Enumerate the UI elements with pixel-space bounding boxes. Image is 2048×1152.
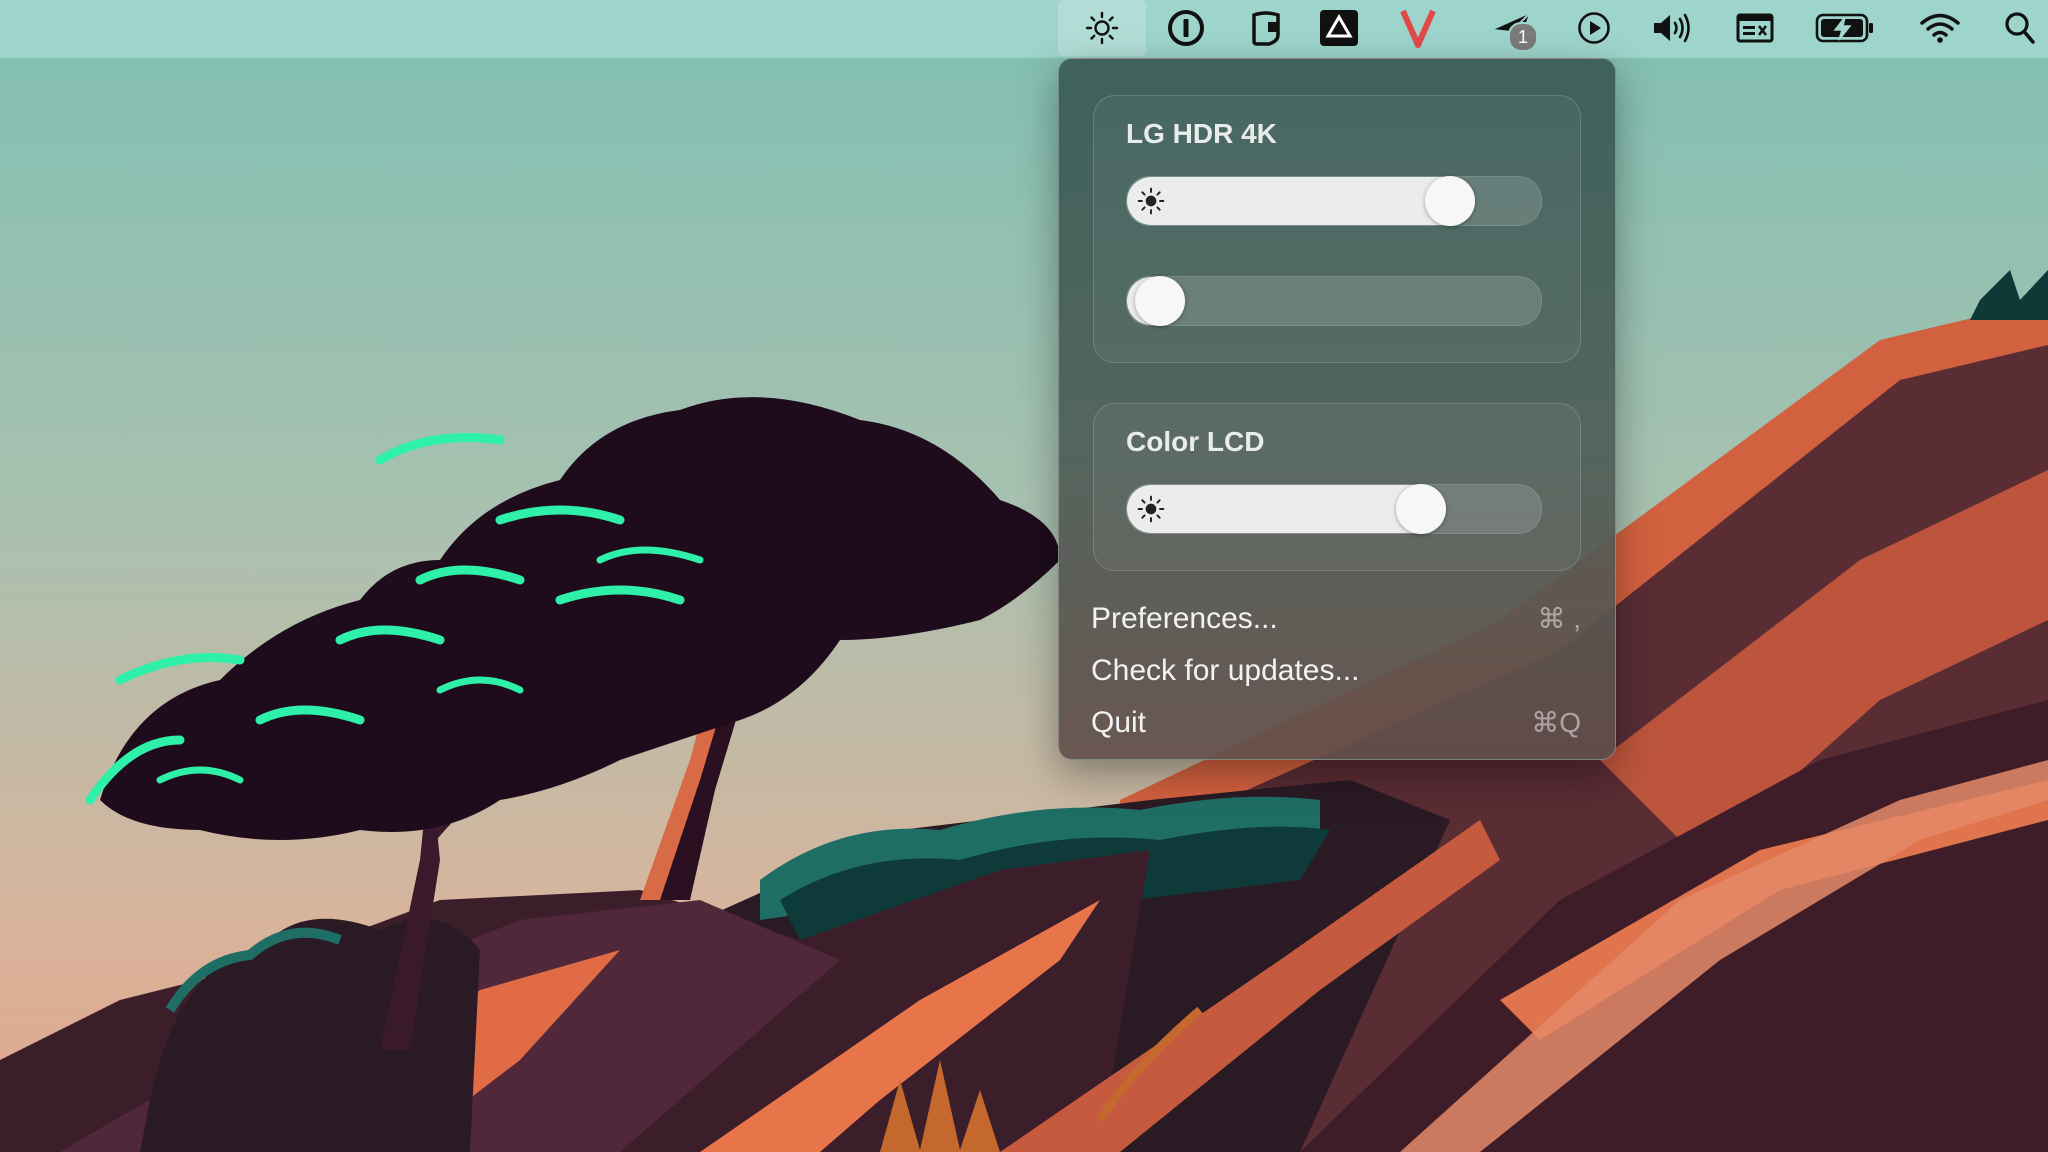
slider-knob[interactable] xyxy=(1395,484,1446,534)
search-icon[interactable] xyxy=(2002,0,2038,56)
brightness-menu-icon[interactable] xyxy=(1058,0,1146,56)
v-app-icon[interactable] xyxy=(1398,0,1438,56)
brightness-icon xyxy=(1136,494,1166,524)
slider-knob[interactable] xyxy=(1135,276,1186,326)
window-icon[interactable] xyxy=(1734,0,1776,56)
menu-item-label: Preferences... xyxy=(1091,602,1278,635)
display-group-color-lcd: Color LCD xyxy=(1093,403,1581,571)
display-control-menu: LG HDR 4K Color LCD Preferences... ⌘ , C… xyxy=(1058,58,1616,760)
menu-item-shortcut: ⌘Q xyxy=(1531,707,1581,738)
slider-knob[interactable] xyxy=(1424,176,1475,226)
send-icon[interactable]: 1 xyxy=(1490,0,1538,56)
quit-menu-item[interactable]: Quit ⌘Q xyxy=(1091,701,1581,745)
slider-fill xyxy=(1127,177,1475,225)
battery-charging-icon[interactable] xyxy=(1814,0,1876,56)
menu-item-shortcut: ⌘ , xyxy=(1537,603,1581,634)
play-icon[interactable] xyxy=(1574,0,1614,56)
check-for-updates-menu-item[interactable]: Check for updates... xyxy=(1091,649,1581,693)
display-title: LG HDR 4K xyxy=(1126,118,1277,149)
display-title: Color LCD xyxy=(1126,426,1265,457)
menu-item-label: Check for updates... xyxy=(1091,654,1360,687)
volume-icon[interactable] xyxy=(1650,0,1696,56)
clipboard-icon[interactable] xyxy=(1246,0,1286,56)
volume-slider[interactable] xyxy=(1126,276,1542,326)
brightness-icon xyxy=(1136,186,1166,216)
preferences-menu-item[interactable]: Preferences... ⌘ , xyxy=(1091,597,1581,641)
wifi-icon[interactable] xyxy=(1918,0,1962,56)
brightness-icon xyxy=(1085,11,1119,45)
display-group-lg-hdr-4k: LG HDR 4K xyxy=(1093,95,1581,363)
brightness-slider[interactable] xyxy=(1126,176,1542,226)
1password-icon[interactable] xyxy=(1166,0,1206,56)
drive-icon[interactable] xyxy=(1318,0,1360,56)
menu-bar: 1 xyxy=(0,0,2048,58)
desktop-wallpaper xyxy=(0,0,2048,1152)
menu-item-label: Quit xyxy=(1091,706,1147,739)
brightness-slider[interactable] xyxy=(1126,484,1542,534)
notification-badge: 1 xyxy=(1508,22,1538,52)
